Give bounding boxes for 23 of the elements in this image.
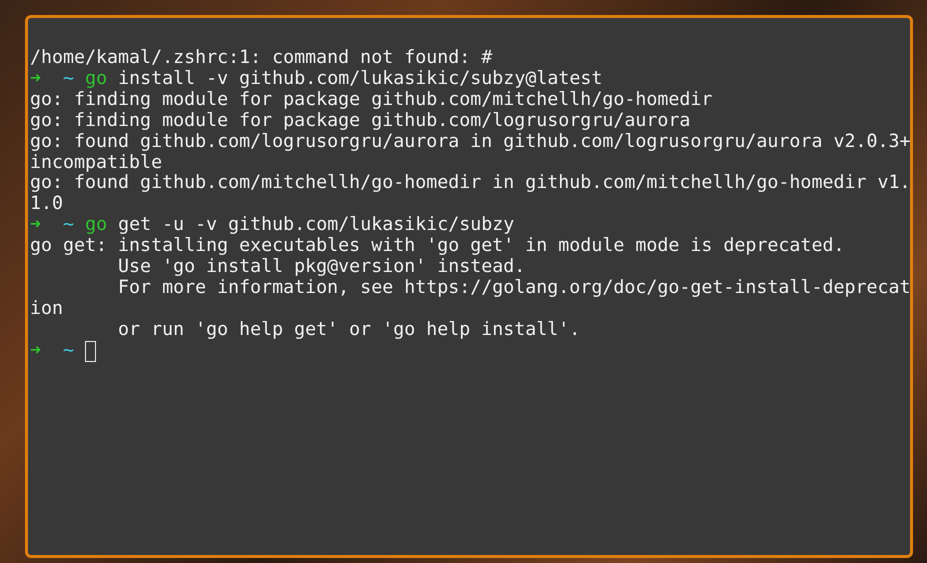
prompt-arrow: ➜: [30, 68, 42, 89]
output-line: incompatible: [30, 152, 162, 174]
text-cursor: [85, 340, 96, 362]
prompt-directory: ~: [63, 214, 74, 236]
command-arguments: get -u -v github.com/lukasikic/subzy: [118, 214, 514, 236]
output-line: For more information, see https://golang.org/doc/go-get-install-deprecat: [117, 278, 910, 299]
prompt-arrow: ➜: [30, 214, 42, 236]
output-line: go: finding module for package github.com/mitchellh/go-homedir: [30, 90, 712, 111]
prompt-directory: ~: [63, 68, 74, 89]
output-line: go: found github.com/mitchellh/go-homedir in github.com/mitchellh/go-homedir v1.: [30, 173, 910, 194]
output-line: or run 'go help get' or 'go help install'.: [117, 320, 580, 341]
command-arguments: install -v github.com/lukasikic/subzy@latest: [118, 68, 602, 89]
prompt-directory: ~: [63, 340, 74, 361]
output-line: /home/kamal/.zshrc:1: command not found: #: [30, 48, 492, 69]
command-name: go: [85, 214, 108, 236]
output-line: Use 'go install pkg@version' instead.: [117, 257, 526, 278]
command-name: go: [85, 68, 108, 89]
output-line: ion: [30, 298, 64, 320]
output-line: go get: installing executables with 'go get' in module mode is deprecated.: [30, 236, 844, 258]
output-line: 1.0: [30, 194, 64, 216]
output-line: go: found github.com/logrusorgru/aurora in github.com/logrusorgru/aurora v2.0.3+: [30, 132, 910, 153]
output-line: go: finding module for package github.com/logrusorgru/aurora: [30, 110, 690, 132]
prompt-arrow: ➜: [30, 340, 42, 361]
